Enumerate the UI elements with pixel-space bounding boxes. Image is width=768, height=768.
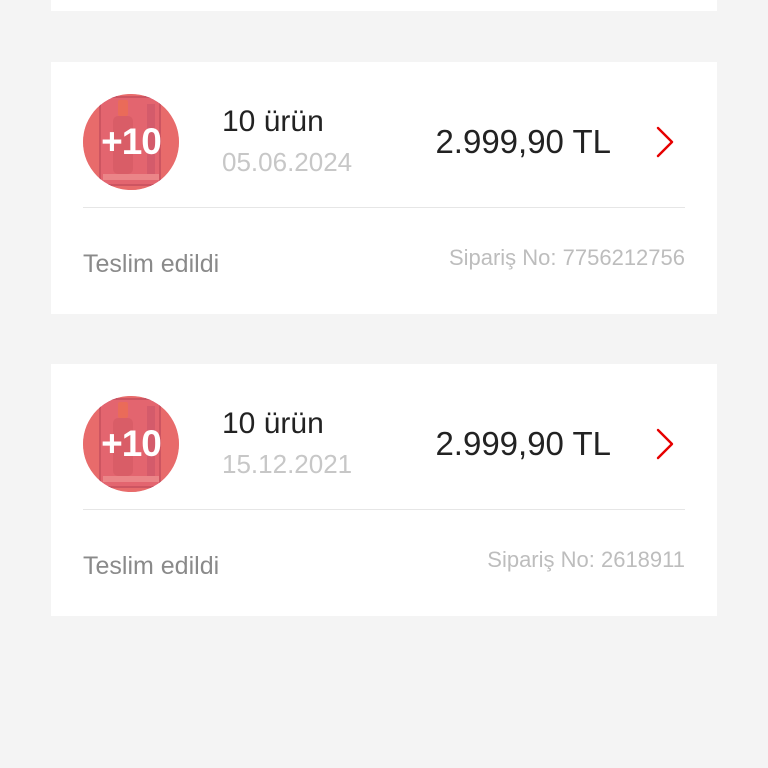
item-count: 10 ürün bbox=[222, 407, 324, 440]
order-number: Sipariş No: 7756212756 bbox=[448, 245, 685, 270]
order-price: 2.999,90 TL bbox=[435, 425, 611, 462]
order-price: 2.999,90 TL bbox=[435, 123, 611, 160]
item-count: 10 ürün bbox=[222, 105, 324, 138]
product-thumbnail: +10 bbox=[83, 94, 179, 190]
order-date: 15.12.2021 bbox=[222, 449, 353, 479]
extra-items-badge: +10 bbox=[101, 423, 162, 464]
divider bbox=[83, 207, 685, 208]
chevron-right-icon[interactable] bbox=[651, 426, 677, 462]
chevron-right-icon[interactable] bbox=[651, 124, 677, 160]
previous-order-card-partial[interactable] bbox=[51, 0, 717, 11]
extra-items-badge: +10 bbox=[101, 121, 162, 162]
order-number: Sipariş No: 2618911 bbox=[487, 547, 685, 572]
order-status: Teslim edildi bbox=[83, 250, 220, 278]
order-history-screen: +10 10 ürün 05.06.2024 2.999,90 TL Tesli… bbox=[0, 0, 768, 768]
order-date: 05.06.2024 bbox=[222, 147, 353, 177]
order-card[interactable]: +10 10 ürün 15.12.2021 2.999,90 TL Tesli… bbox=[51, 364, 717, 616]
divider bbox=[83, 509, 685, 510]
product-thumbnail: +10 bbox=[83, 396, 179, 492]
order-status: Teslim edildi bbox=[83, 552, 220, 580]
order-card[interactable]: +10 10 ürün 05.06.2024 2.999,90 TL Tesli… bbox=[51, 62, 717, 314]
